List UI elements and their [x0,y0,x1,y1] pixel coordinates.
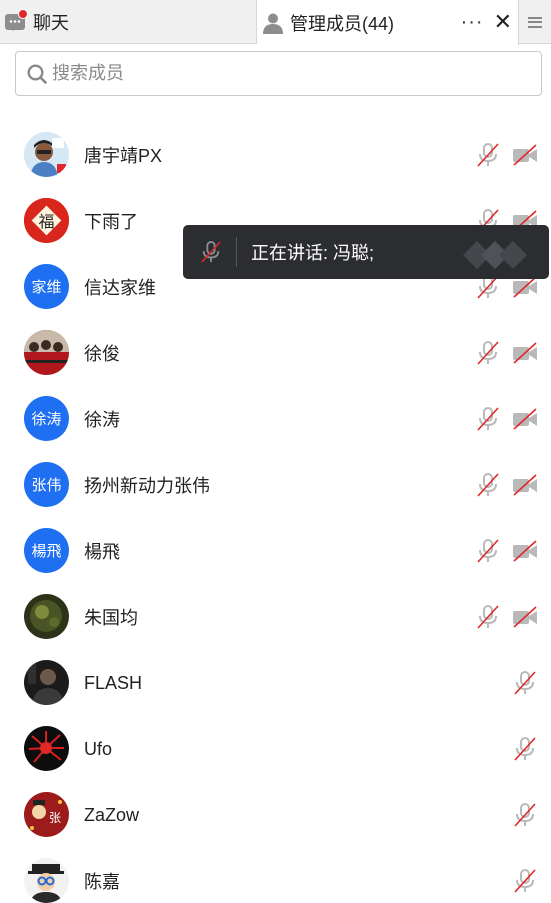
mic-muted-icon[interactable] [513,736,537,762]
list-item[interactable]: 陈嘉 [0,848,551,903]
tab-chat-label: 聊天 [33,13,69,33]
avatar [24,858,69,903]
tab-chat[interactable]: 聊天 [0,0,257,44]
member-name: 徐涛 [84,410,120,430]
member-name: 徐俊 [84,344,120,364]
avatar [24,660,69,705]
avatar-zhang-char: 张 [49,811,61,825]
member-name: 朱国均 [84,608,138,628]
mic-muted-icon [201,241,221,263]
list-item[interactable]: FLASH [0,650,551,716]
avatar-text: 徐涛 [31,411,62,428]
mic-muted-icon[interactable] [476,406,500,432]
user-icon [262,12,284,34]
tooltip-divider [236,237,237,267]
member-name: ZaZow [84,804,140,825]
avatar: 张伟 [24,462,69,507]
avatar [24,330,69,375]
search-box [15,51,542,96]
list-item[interactable]: 唐宇靖PX [0,122,551,188]
avatar [24,594,69,639]
avatar [24,132,69,177]
more-icon[interactable]: ··· [461,12,484,32]
camera-off-icon[interactable] [512,408,538,430]
avatar-fu-char: 福 [38,212,54,231]
camera-off-icon[interactable] [512,342,538,364]
camera-off-icon[interactable] [512,276,538,298]
mic-muted-icon[interactable] [476,472,500,498]
member-name: 扬州新动力张伟 [84,476,210,496]
avatar: 徐涛 [24,396,69,441]
close-icon[interactable]: ✕ [494,11,512,33]
avatar: 家维 [24,264,69,309]
member-name: 唐宇靖PX [84,146,163,166]
avatar [24,726,69,771]
camera-off-icon[interactable] [512,606,538,628]
list-item[interactable]: 张伟 扬州新动力张伟 [0,452,551,518]
avatar-text: 张伟 [31,477,62,494]
member-name: 楊飛 [84,542,120,562]
mic-muted-icon[interactable] [476,538,500,564]
speaking-text: 正在讲话: 冯聪; [251,243,375,263]
list-item[interactable]: 楊飛 楊飛 [0,518,551,584]
avatar: 张 [24,792,69,837]
panel-menu-button[interactable] [519,0,551,44]
mic-muted-icon[interactable] [513,802,537,828]
tab-bar: 聊天 管理成员(44) ··· ✕ [0,0,551,45]
camera-off-icon[interactable] [512,540,538,562]
member-name: 信达家维 [84,278,156,298]
mic-muted-icon[interactable] [513,868,537,894]
camera-off-icon[interactable] [512,474,538,496]
mic-muted-icon[interactable] [476,604,500,630]
member-name: Ufo [84,738,113,759]
member-name: 下雨了 [84,212,138,232]
list-item[interactable]: 张 ZaZow [0,782,551,848]
mic-muted-icon[interactable] [476,340,500,366]
list-item[interactable]: 朱国均 [0,584,551,650]
avatar-text: 楊飛 [31,543,62,560]
search-icon [27,63,47,84]
member-name: 陈嘉 [84,872,120,892]
avatar: 福 [24,198,69,243]
tab-manage-members[interactable]: 管理成员(44) ··· ✕ [257,0,519,45]
avatar: 楊飛 [24,528,69,573]
hamburger-icon [528,16,542,28]
unread-badge [18,9,28,19]
search-input[interactable] [52,63,472,84]
member-name: FLASH [84,672,143,693]
speaking-tooltip: 正在讲话: 冯聪; [183,225,549,279]
meeting-logo-icon [463,241,527,269]
chat-icon [5,9,28,33]
list-item[interactable]: 徐俊 [0,320,551,386]
list-item[interactable]: 徐涛 徐涛 [0,386,551,452]
list-item[interactable]: Ufo [0,716,551,782]
mic-muted-icon[interactable] [513,670,537,696]
mic-muted-icon[interactable] [476,142,500,168]
avatar-text: 家维 [31,279,62,296]
tab-members-label: 管理成员(44) [290,13,395,34]
camera-off-icon[interactable] [512,144,538,166]
